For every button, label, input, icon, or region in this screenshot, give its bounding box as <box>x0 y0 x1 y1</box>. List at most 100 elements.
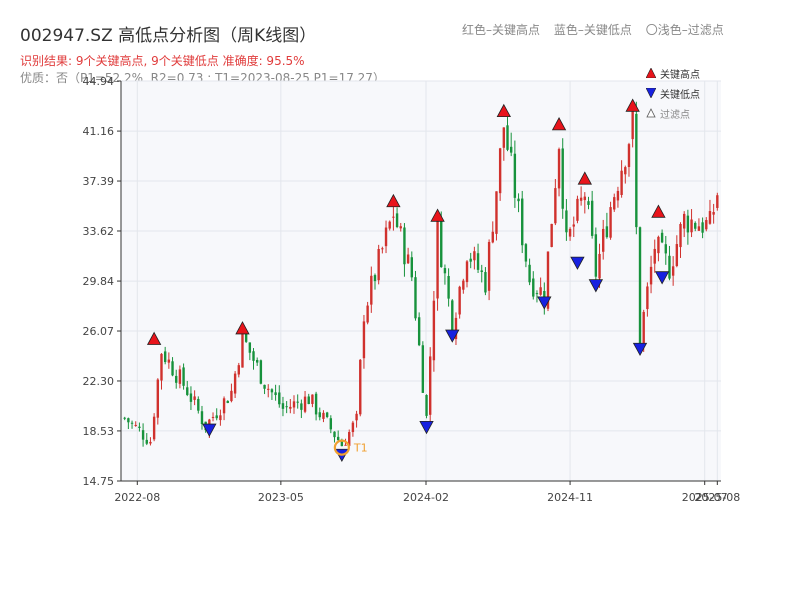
candle-body <box>425 394 428 416</box>
candle-body <box>160 353 163 381</box>
candle-body <box>182 367 185 386</box>
candle-body <box>509 146 513 153</box>
candle-body <box>259 360 263 384</box>
candle-body <box>484 272 487 293</box>
candle-body <box>175 375 178 383</box>
candle-body <box>171 361 174 376</box>
candle-body <box>399 226 402 229</box>
candle-body <box>152 416 156 440</box>
candle-body <box>167 359 171 363</box>
candle-body <box>414 277 417 319</box>
candle-body <box>193 396 196 400</box>
t1-label: T1 <box>353 442 368 455</box>
candle-body <box>440 219 443 268</box>
candle-body <box>303 396 307 412</box>
y-tick-label: 33.62 <box>83 225 115 238</box>
candle-body <box>281 403 285 409</box>
candle-body <box>123 417 126 419</box>
candle-body <box>373 275 377 282</box>
candle-body <box>473 251 476 261</box>
candle-body <box>642 311 645 344</box>
candle-body <box>583 196 587 201</box>
candle-body <box>241 330 244 368</box>
candle-body <box>668 255 671 279</box>
candle-body <box>616 190 620 201</box>
candle-body <box>388 221 391 229</box>
candle-body <box>502 127 506 148</box>
candle-body <box>646 286 649 310</box>
candle-body <box>594 234 598 277</box>
candle-body <box>355 413 358 421</box>
candle-body <box>226 400 229 403</box>
candle-body <box>498 148 502 194</box>
candle-body <box>322 412 325 419</box>
candle-body <box>366 305 369 323</box>
candle-body <box>554 188 557 224</box>
candle-body <box>285 406 288 408</box>
legend-high-icon <box>645 67 657 81</box>
candle-body <box>624 167 627 175</box>
candle-body <box>163 351 167 363</box>
candle-body <box>395 213 399 227</box>
candle-body <box>476 253 480 270</box>
candle-body <box>381 248 384 250</box>
candle-body <box>270 389 274 393</box>
candle-body <box>535 293 539 295</box>
candle-body <box>141 430 145 440</box>
candle-body <box>300 403 303 410</box>
candle-body <box>469 258 472 262</box>
legend-low: 关键低点 <box>645 86 700 101</box>
candle-body <box>333 431 336 438</box>
candle-body <box>403 227 406 265</box>
candle-body <box>233 373 237 394</box>
candle-body <box>134 424 137 426</box>
candle-body <box>370 275 373 305</box>
legend-low-icon <box>645 87 657 101</box>
candle-body <box>340 441 344 447</box>
x-tick-label: 2025-08 <box>694 491 740 504</box>
candle-body <box>686 215 690 233</box>
candle-body <box>362 321 366 359</box>
candle-body <box>521 198 524 246</box>
candle-body <box>565 210 568 233</box>
candle-body <box>384 227 388 247</box>
candle-body <box>587 201 590 205</box>
candle-body <box>465 261 469 283</box>
candle-body <box>631 110 634 140</box>
candle-body <box>590 200 594 236</box>
candle-body <box>314 393 318 415</box>
x-tick-label: 2024-11 <box>547 491 593 504</box>
candle-body <box>267 388 270 390</box>
candle-body <box>296 401 299 403</box>
candle-body <box>620 170 623 195</box>
y-tick-label: 41.16 <box>83 125 115 138</box>
candle-body <box>576 198 579 221</box>
candle-body <box>671 266 675 276</box>
candle-body <box>506 125 509 150</box>
y-tick-label: 44.94 <box>83 75 115 88</box>
candle-body <box>215 415 218 419</box>
candle-body <box>351 422 355 433</box>
candle-body <box>278 392 281 405</box>
candle-body <box>311 394 314 404</box>
candle-body <box>491 231 494 243</box>
candle-body <box>609 207 612 238</box>
candle-body <box>517 198 520 202</box>
candle-body <box>274 392 277 396</box>
x-tick-label: 2023-05 <box>258 491 304 504</box>
y-tick-label: 26.07 <box>83 325 115 338</box>
candle-body <box>244 333 248 342</box>
candle-body <box>487 241 491 291</box>
candle-body <box>211 416 215 418</box>
candle-body <box>292 401 296 408</box>
candle-body <box>694 222 697 229</box>
candle-body <box>130 422 134 424</box>
candle-body <box>664 244 667 254</box>
candle-body <box>222 398 226 414</box>
candle-body <box>436 217 439 299</box>
y-tick-label: 29.84 <box>83 275 115 288</box>
legend-filtered-label: 过滤点 <box>660 110 690 121</box>
candle-body <box>539 287 542 295</box>
legend-filtered-icon <box>645 108 657 121</box>
candle-body <box>178 369 182 384</box>
